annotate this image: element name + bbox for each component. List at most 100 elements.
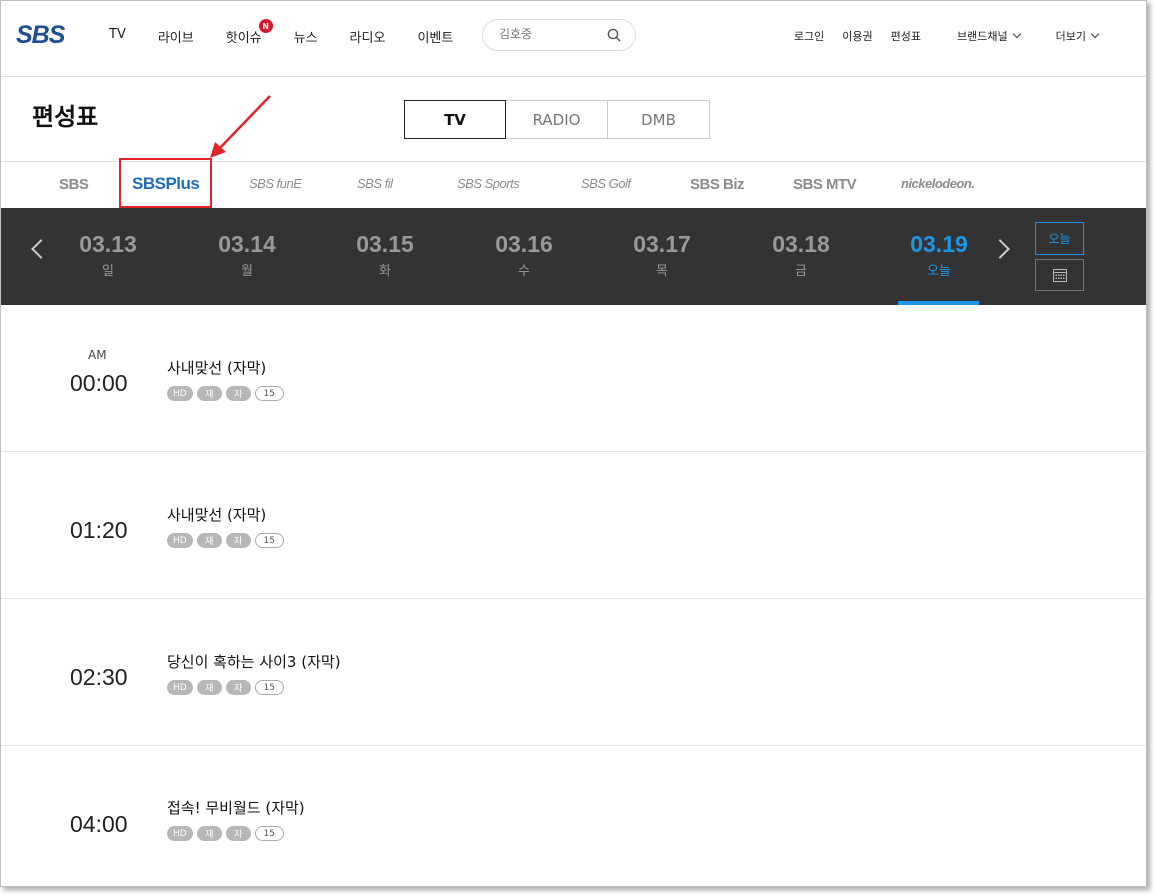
channel-sbs-sports[interactable]: SBS Sports: [457, 176, 520, 191]
channel-sbs-biz[interactable]: SBS Biz: [690, 176, 745, 193]
hd-badge: HD: [167, 826, 193, 841]
tab-tv[interactable]: TV: [404, 100, 506, 139]
program-title[interactable]: 사내맞선 (자막): [167, 357, 266, 378]
date-bar: 03.13 일 03.14 월 03.15 화 03.16 수 03.17 목 03.18…: [1, 208, 1146, 305]
program-badges: HD 재 자 15: [167, 533, 284, 548]
calendar-icon: [1052, 268, 1067, 282]
rerun-badge: 재: [196, 533, 222, 548]
menu-item-tv[interactable]: TV: [109, 27, 126, 46]
top-navigation: SBS TV 라이브 핫이슈N 뉴스 라디오 이벤트 로그인 이용권 편성표 브…: [1, 1, 1146, 77]
date-value: 03.18: [772, 231, 830, 257]
browser-page: SBS TV 라이브 핫이슈N 뉴스 라디오 이벤트 로그인 이용권 편성표 브…: [0, 0, 1147, 887]
hd-badge: HD: [167, 533, 193, 548]
brand-channel-label: 브랜드채널: [957, 30, 1008, 43]
date-item[interactable]: 03.15 화: [340, 230, 430, 279]
subtitle-badge: 자: [225, 826, 251, 841]
program-time: 01:20: [70, 517, 128, 543]
new-badge: N: [258, 19, 273, 33]
date-day: 오늘: [927, 264, 951, 279]
date-value: 03.15: [356, 231, 414, 257]
date-day: 금: [795, 264, 807, 279]
login-link[interactable]: 로그인: [794, 28, 824, 44]
tab-dmb[interactable]: DMB: [608, 100, 710, 139]
channel-sbs-mtv[interactable]: SBS MTV: [793, 176, 857, 193]
channel-sbs-fil[interactable]: SBS fil: [357, 176, 393, 191]
age-rating-badge: 15: [254, 680, 284, 695]
search-icon[interactable]: [607, 28, 621, 42]
date-value: 03.14: [218, 231, 276, 257]
channel-nickelodeon[interactable]: nickelodeon.: [901, 176, 975, 191]
date-value: 03.13: [79, 231, 137, 257]
hd-badge: HD: [167, 680, 193, 695]
annotation-arrow: [210, 95, 271, 158]
selected-channel-highlight: [119, 158, 212, 208]
program-time: 04:00: [70, 811, 128, 837]
calendar-button[interactable]: [1035, 259, 1084, 291]
date-item[interactable]: 03.14 월: [202, 230, 292, 279]
utility-menu: 로그인 이용권 편성표 브랜드채널 더보기: [776, 28, 1100, 44]
chevron-down-icon: [1012, 29, 1021, 39]
ampm-label: AM: [88, 348, 107, 362]
program-time: 00:00: [70, 370, 128, 396]
date-day: 월: [241, 264, 253, 279]
search-box[interactable]: [482, 19, 636, 51]
program-row[interactable]: AM 00:00 사내맞선 (자막) HD 재 자 15: [1, 305, 1146, 452]
tab-radio[interactable]: RADIO: [506, 100, 608, 139]
subtitle-badge: 자: [225, 386, 251, 401]
chevron-left-icon[interactable]: [31, 239, 51, 259]
search-input[interactable]: [499, 27, 609, 41]
date-item[interactable]: 03.18 금: [756, 230, 846, 279]
today-button[interactable]: 오늘: [1035, 222, 1084, 255]
date-day: 목: [656, 264, 668, 279]
sbs-logo[interactable]: SBS: [16, 21, 65, 50]
date-item-today[interactable]: 03.19 오늘: [894, 230, 984, 279]
chevron-down-icon: [1090, 29, 1100, 39]
program-badges: HD 재 자 15: [167, 386, 284, 401]
program-row[interactable]: 01:20 사내맞선 (자막) HD 재 자 15: [1, 452, 1146, 599]
hd-badge: HD: [167, 386, 193, 401]
subtitle-badge: 자: [225, 533, 251, 548]
program-badges: HD 재 자 15: [167, 826, 284, 841]
menu-item-hot-issue[interactable]: 핫이슈 N: [225, 19, 273, 46]
menu-item-event[interactable]: 이벤트: [417, 27, 453, 46]
subscription-link[interactable]: 이용권: [842, 28, 872, 44]
menu-item-hot-issue-label: 핫이슈: [225, 31, 262, 46]
program-badges: HD 재 자 15: [167, 680, 284, 695]
rerun-badge: 재: [196, 826, 222, 841]
rerun-badge: 재: [196, 386, 222, 401]
program-title[interactable]: 사내맞선 (자막): [167, 504, 266, 525]
chevron-right-icon[interactable]: [990, 239, 1010, 259]
program-title[interactable]: 당신이 혹하는 사이3 (자막): [167, 651, 341, 672]
rerun-badge: 재: [196, 680, 222, 695]
channel-sbs-golf[interactable]: SBS Golf: [581, 176, 631, 191]
age-rating-badge: 15: [254, 533, 284, 548]
date-value: 03.16: [495, 231, 553, 257]
program-title[interactable]: 접속! 무비월드 (자막): [167, 797, 305, 818]
date-day: 수: [518, 264, 530, 279]
date-value: 03.19: [910, 231, 968, 257]
channel-sbs-fune[interactable]: SBS funE: [249, 176, 302, 191]
menu-item-news[interactable]: 뉴스: [294, 27, 318, 46]
media-tabs: TV RADIO DMB: [404, 100, 710, 139]
schedule-link[interactable]: 편성표: [891, 28, 921, 44]
age-rating-badge: 15: [254, 826, 284, 841]
age-rating-badge: 15: [254, 386, 284, 401]
brand-channel-dropdown[interactable]: 브랜드채널: [939, 28, 1021, 44]
date-item[interactable]: 03.17 목: [617, 230, 707, 279]
date-item[interactable]: 03.13 일: [63, 230, 153, 279]
subtitle-badge: 자: [225, 680, 251, 695]
channel-sbs[interactable]: SBS: [59, 176, 89, 193]
date-value: 03.17: [633, 231, 691, 257]
program-row[interactable]: 04:00 접속! 무비월드 (자막) HD 재 자 15: [1, 746, 1146, 886]
program-row[interactable]: 02:30 당신이 혹하는 사이3 (자막) HD 재 자 15: [1, 599, 1146, 746]
date-item[interactable]: 03.16 수: [479, 230, 569, 279]
more-dropdown[interactable]: 더보기: [1038, 28, 1100, 44]
program-time: 02:30: [70, 664, 128, 690]
more-label: 더보기: [1055, 30, 1086, 43]
menu-item-radio[interactable]: 라디오: [350, 27, 386, 46]
menu-item-live[interactable]: 라이브: [158, 27, 194, 46]
page-title: 편성표: [32, 103, 99, 131]
date-day: 일: [102, 264, 114, 279]
main-menu: TV 라이브 핫이슈 N 뉴스 라디오 이벤트: [109, 19, 485, 46]
date-day: 화: [379, 264, 391, 279]
